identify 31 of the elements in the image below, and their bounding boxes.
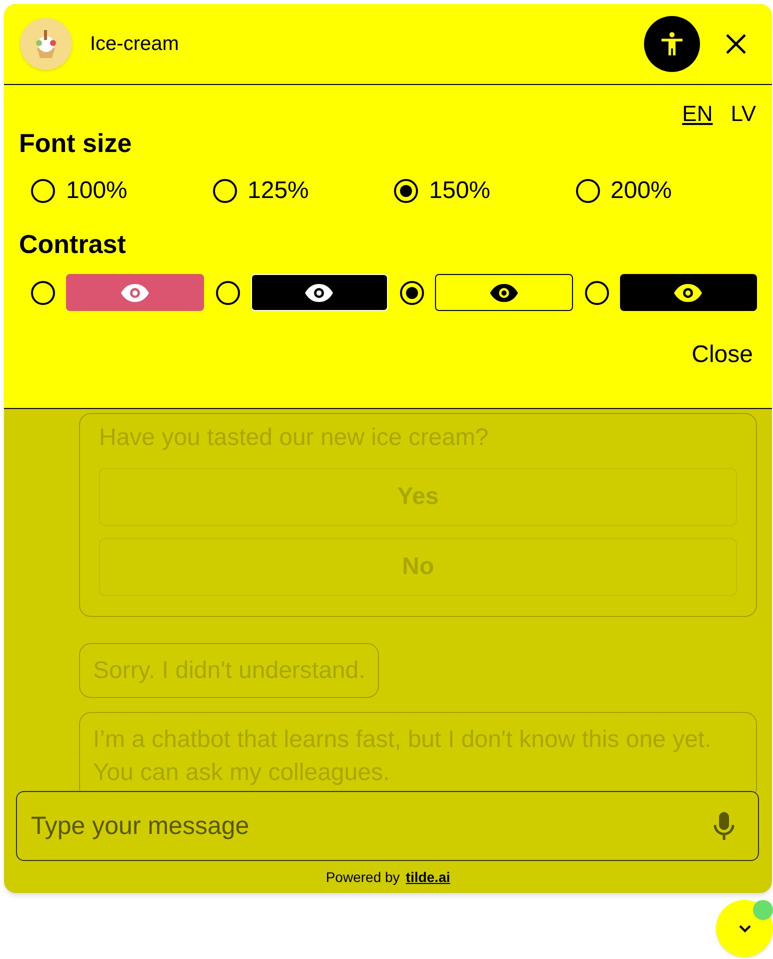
tilde-link[interactable]: tilde.ai (406, 867, 450, 888)
eye-icon (673, 282, 704, 302)
powered-by-text: Powered by (326, 868, 400, 887)
ice-cream-avatar-icon (20, 18, 72, 70)
message-input[interactable]: Type your message (16, 791, 759, 861)
radio-button[interactable] (584, 280, 608, 304)
eye-icon (488, 282, 519, 302)
radio-button[interactable] (212, 179, 236, 203)
chevron-down-icon (738, 924, 752, 934)
radio-button[interactable] (31, 179, 55, 203)
chat-title: Ice-cream (90, 32, 179, 57)
radio-button[interactable] (31, 280, 55, 304)
section-heading: Font size (19, 127, 133, 160)
radio-button[interactable] (216, 280, 240, 304)
font-size-label: 125% (248, 176, 309, 206)
section-heading: Contrast (19, 228, 127, 261)
contrast-swatch[interactable] (435, 274, 572, 311)
contrast-swatch[interactable] (620, 274, 757, 311)
font-size-label: 150% (429, 176, 490, 206)
font-size-label: 100% (66, 176, 128, 206)
language-option[interactable]: EN (682, 97, 713, 130)
radio-button[interactable] (576, 179, 600, 203)
microphone-icon[interactable] (711, 809, 737, 843)
language-option[interactable]: LV (730, 97, 756, 130)
contrast-swatch[interactable] (66, 274, 204, 311)
radio-button[interactable] (400, 280, 424, 304)
close-button[interactable]: Close (692, 337, 753, 373)
radio-button[interactable] (394, 179, 418, 203)
font-size-label: 200% (610, 176, 672, 206)
eye-icon (120, 282, 150, 302)
eye-icon (304, 282, 334, 302)
